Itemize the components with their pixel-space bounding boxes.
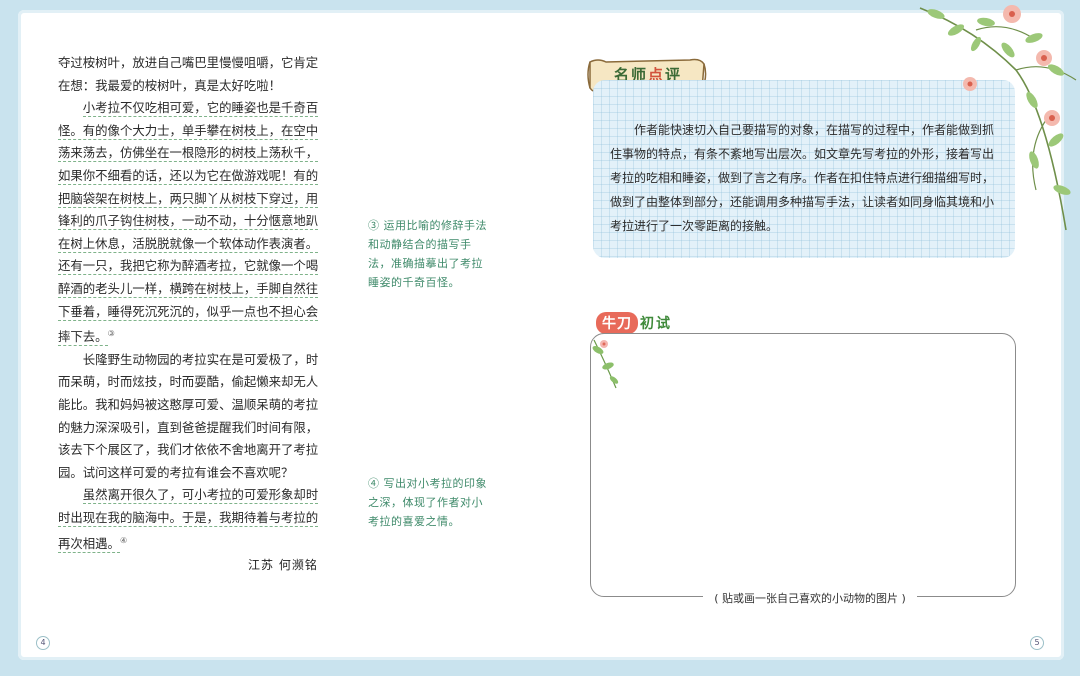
- marker-4: ④: [119, 535, 128, 545]
- side-note-4: ④ 写出对小考拉的印象之深，体现了作者对小考拉的喜爱之情。: [368, 477, 487, 528]
- essay-text: 夺过桉树叶，放进自己嘴巴里慢慢咀嚼，它肯定在想：我最爱的桉树叶，真是太好吃啦！ …: [58, 52, 328, 555]
- essay-paragraph-3: 长隆野生动物园的考拉实在是可爱极了，时而呆萌，时而炫技，时而耍酷，偷起懒来却无人…: [58, 351, 319, 480]
- page-number-left: 4: [36, 636, 50, 650]
- essay-paragraph-4-text: 虽然离开很久了，可小考拉的可爱形象却时时出现在我的脑海中。于是，我期待着与考拉的…: [58, 487, 319, 553]
- leafy-branch-decoration-icon: [919, 5, 1077, 231]
- author-line: 江苏 何濒铭: [248, 558, 318, 572]
- flower-sprig-decoration-icon: [592, 339, 619, 389]
- essay-paragraph-2: 小考拉不仅吃相可爱，它的睡姿也是千奇百怪。有的像个大力士，单手攀在树枝上，在空中…: [58, 97, 328, 349]
- side-note-3: ③ 运用比喻的修辞手法和动静结合的描写手法，准确描摹出了考拉睡姿的千奇百怪。: [368, 219, 487, 289]
- trial-title-pill: 牛刀: [596, 312, 638, 334]
- drawing-caption: ( 贴或画一张自己喜欢的小动物的图片 ): [703, 590, 917, 606]
- trial-title-rest: 初试: [640, 316, 672, 332]
- drawing-area[interactable]: [590, 333, 1016, 597]
- marker-3: ③: [107, 329, 115, 339]
- essay-paragraph-2-text: 小考拉不仅吃相可爱，它的睡姿也是千奇百怪。有的像个大力士，单手攀在树枝上，在空中…: [58, 100, 319, 347]
- essay-paragraph-1: 夺过桉树叶，放进自己嘴巴里慢慢咀嚼，它肯定在想：我最爱的桉树叶，真是太好吃啦！: [58, 55, 319, 93]
- essay-paragraph-4: 虽然离开很久了，可小考拉的可爱形象却时时出现在我的脑海中。于是，我期待着与考拉的…: [58, 484, 328, 555]
- page-number-right: 5: [1030, 636, 1044, 650]
